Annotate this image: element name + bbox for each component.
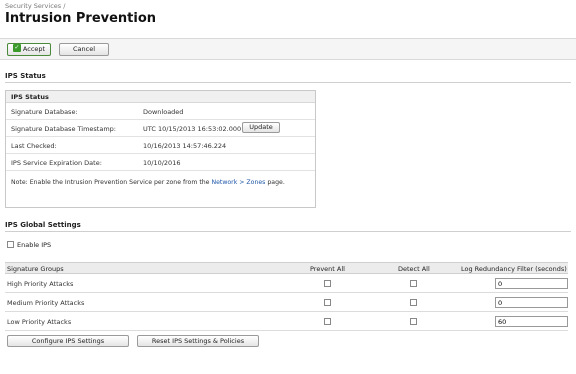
signature-group-name: Medium Priority Attacks	[7, 299, 85, 307]
signature-group-name: High Priority Attacks	[7, 280, 74, 288]
reset-ips-settings-button[interactable]: Reset IPS Settings & Policies	[137, 335, 259, 347]
ips-status-panel-title: IPS Status	[6, 91, 315, 103]
status-row: Last Checked: 10/16/2013 14:57:46.224	[6, 137, 315, 154]
enable-ips-label: Enable IPS	[17, 241, 52, 249]
column-header-log-redundancy: Log Redundancy Filter (seconds)	[461, 265, 567, 273]
status-label: Last Checked:	[11, 142, 57, 150]
log-redundancy-input[interactable]	[495, 278, 568, 289]
table-row: Low Priority Attacks	[5, 312, 568, 331]
update-button[interactable]: Update	[242, 122, 280, 133]
column-header-signature-groups: Signature Groups	[7, 265, 64, 273]
log-redundancy-input[interactable]	[495, 316, 568, 327]
divider	[5, 82, 571, 83]
cancel-button[interactable]: Cancel	[59, 43, 109, 56]
status-label: IPS Service Expiration Date:	[11, 159, 102, 167]
accept-button[interactable]: ✓ Accept	[7, 43, 51, 56]
table-row: High Priority Attacks	[5, 274, 568, 293]
configure-ips-settings-button[interactable]: Configure IPS Settings	[7, 335, 129, 347]
table-row: Medium Priority Attacks	[5, 293, 568, 312]
network-zones-link[interactable]: Network > Zones	[211, 179, 265, 186]
note-prefix: Note: Enable the Intrusion Prevention Se…	[11, 179, 210, 186]
toolbar: ✓ Accept Cancel	[0, 38, 576, 60]
status-value: 10/16/2013 14:57:46.224	[143, 142, 227, 150]
column-header-detect-all: Detect All	[398, 265, 430, 273]
enable-ips-checkbox[interactable]	[7, 240, 14, 248]
status-row: Signature Database: Downloaded	[6, 103, 315, 120]
page-title: Intrusion Prevention	[5, 11, 157, 26]
divider	[5, 231, 571, 232]
status-label: Signature Database:	[11, 108, 78, 116]
status-label: Signature Database Timestamp:	[11, 125, 116, 133]
status-row: Signature Database Timestamp: UTC 10/15/…	[6, 120, 315, 137]
prevent-all-checkbox[interactable]	[324, 299, 331, 306]
detect-all-checkbox[interactable]	[410, 318, 417, 325]
status-value: Downloaded	[143, 108, 184, 116]
zones-note: Note: Enable the Intrusion Prevention Se…	[11, 179, 285, 186]
prevent-all-checkbox[interactable]	[324, 318, 331, 325]
detect-all-checkbox[interactable]	[410, 280, 417, 287]
detect-all-checkbox[interactable]	[410, 299, 417, 306]
status-value: 10/10/2016	[143, 159, 181, 167]
status-row: IPS Service Expiration Date: 10/10/2016	[6, 154, 315, 171]
accept-label: Accept	[22, 45, 46, 53]
note-suffix: page.	[267, 179, 285, 186]
signature-group-name: Low Priority Attacks	[7, 318, 72, 326]
status-value: UTC 10/15/2013 16:53:02.000	[143, 125, 242, 133]
ips-global-settings-section-title: IPS Global Settings	[5, 221, 81, 229]
column-header-prevent-all: Prevent All	[310, 265, 345, 273]
ips-status-panel: IPS Status Signature Database: Downloade…	[5, 90, 316, 208]
checkmark-icon: ✓	[12, 44, 21, 52]
log-redundancy-input[interactable]	[495, 297, 568, 308]
table-header: Signature Groups Prevent All Detect All …	[5, 262, 568, 274]
enable-ips-option: Enable IPS	[7, 240, 52, 249]
prevent-all-checkbox[interactable]	[324, 280, 331, 287]
ips-status-section-title: IPS Status	[5, 72, 46, 80]
breadcrumb: Security Services /	[5, 2, 66, 10]
